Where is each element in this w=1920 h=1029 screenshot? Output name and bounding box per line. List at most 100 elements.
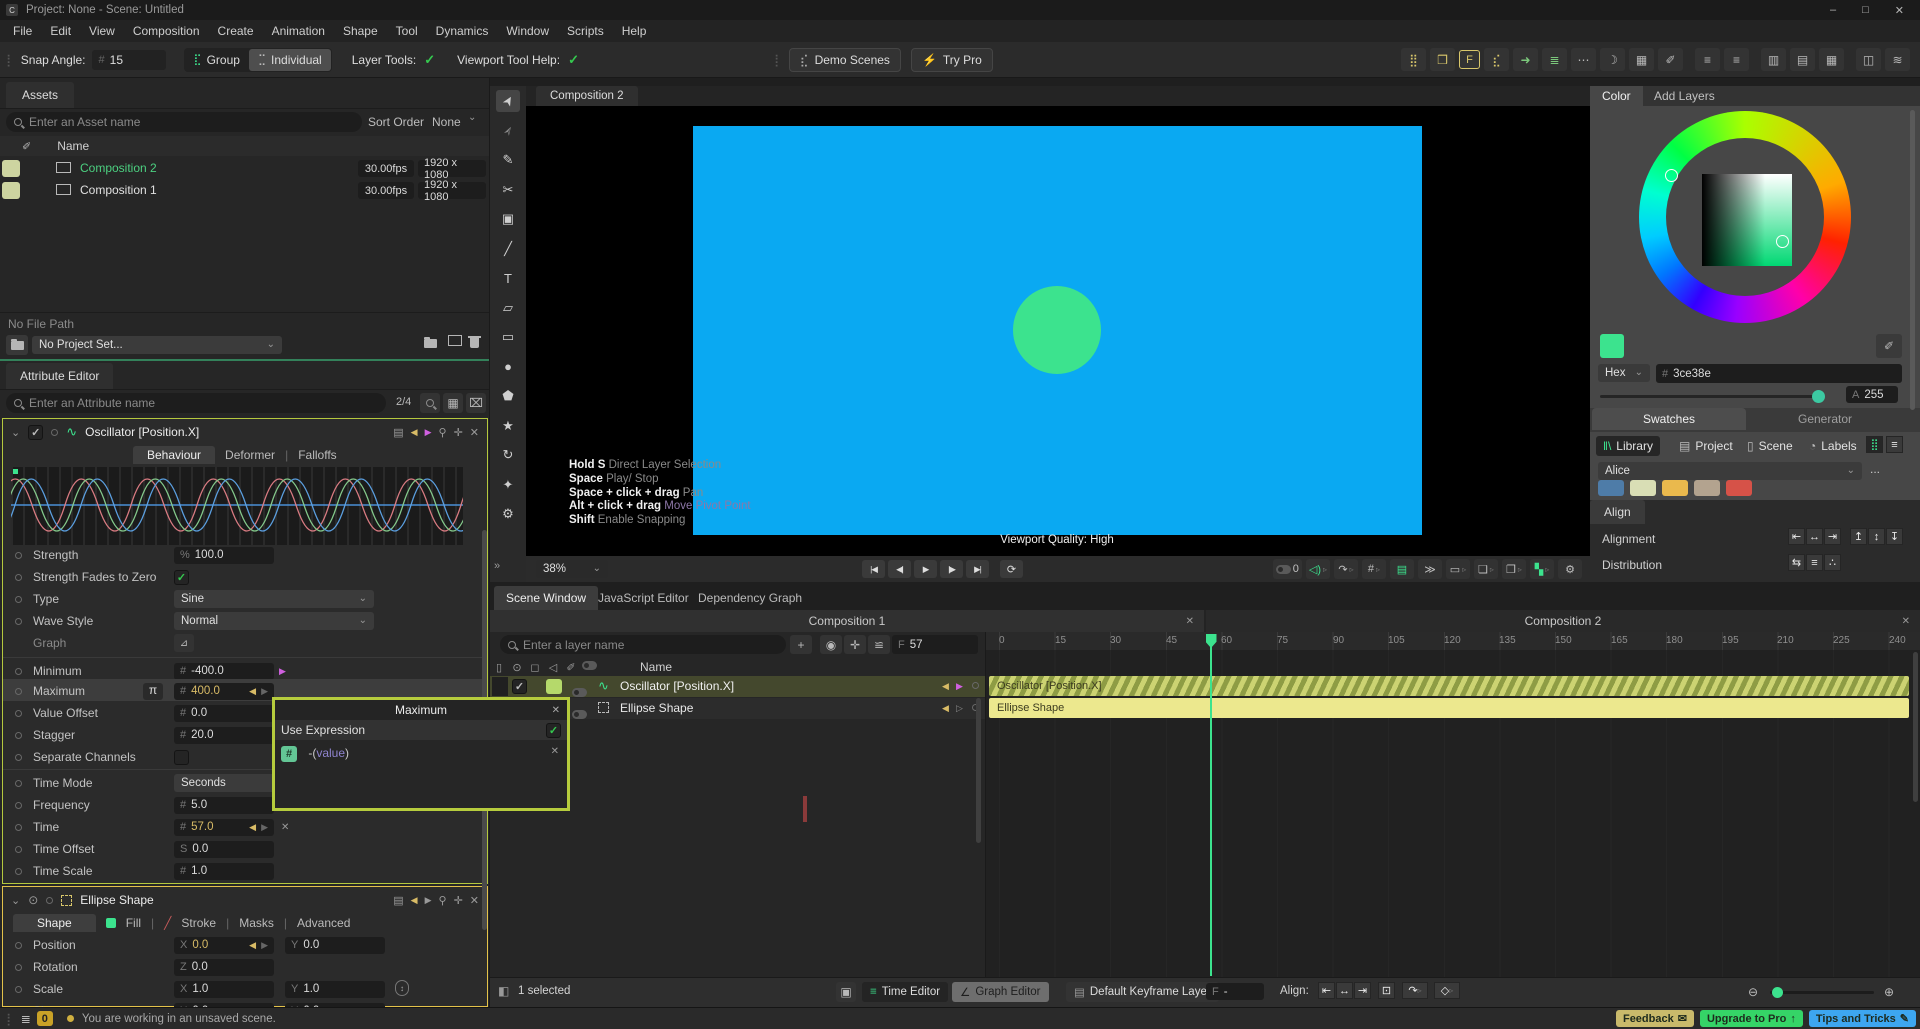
sort-order-select[interactable]: None <box>432 115 461 129</box>
tab-attribute-editor[interactable]: Attribute Editor <box>6 363 113 389</box>
prev-keyframe-icon[interactable]: ◀ <box>942 704 949 713</box>
menu-composition[interactable]: Composition <box>124 24 209 38</box>
ellipse-tool-icon[interactable]: ● <box>496 356 520 378</box>
tab-masks[interactable]: Masks <box>239 916 274 930</box>
pi-expression-badge[interactable]: π <box>143 683 163 700</box>
strength-fades-checkbox[interactable]: ✓ <box>174 570 189 585</box>
guides-button[interactable]: ▤ <box>1390 559 1414 579</box>
keyframe-type-button[interactable]: ◇▹ <box>1434 982 1460 999</box>
demo-scenes-button[interactable]: ⣎Demo Scenes <box>789 48 901 72</box>
isolate-icon[interactable]: ◉ <box>820 635 842 654</box>
separate-channels-checkbox[interactable] <box>174 750 189 765</box>
close-button[interactable]: ✕ <box>1895 4 1904 17</box>
socket-icon[interactable] <box>15 846 22 853</box>
drag-handle-icon[interactable]: ⡇ <box>6 53 15 67</box>
select-tool-icon[interactable]: ➤ <box>496 90 520 112</box>
color-mode-dropdown[interactable]: Hex⌄ <box>1598 364 1650 382</box>
box-icon[interactable]: ❒ <box>1430 48 1455 71</box>
grid-view-icon[interactable]: ⣿ <box>1866 436 1883 453</box>
transparency-checker-button[interactable]: ▚▹ <box>1530 559 1554 579</box>
snap-angle-field[interactable]: #15 <box>92 50 166 70</box>
tab-align[interactable]: Align <box>1590 500 1645 524</box>
align-center-icon[interactable]: ↔ <box>1336 982 1353 999</box>
viewport-tab-composition-2[interactable]: Composition 2 <box>536 86 638 106</box>
socket-icon[interactable] <box>15 618 22 625</box>
palette-swatch[interactable] <box>1662 480 1688 496</box>
maximize-button[interactable]: □ <box>1862 4 1869 17</box>
menu-dynamics[interactable]: Dynamics <box>427 24 498 38</box>
menu-shape[interactable]: Shape <box>334 24 387 38</box>
viewport-settings-gear-icon[interactable]: ⚙ <box>1558 559 1582 579</box>
next-keyframe-icon[interactable]: ▷ <box>956 704 963 713</box>
viewport-zoom-dropdown[interactable]: 38%⌄ <box>536 560 608 578</box>
layer-name[interactable]: Ellipse Shape <box>620 701 693 715</box>
search-zoom-icon[interactable] <box>420 393 440 413</box>
graph-editor-button[interactable]: ∠Graph Editor <box>952 982 1049 1002</box>
solo-radio[interactable] <box>51 429 58 436</box>
tab-falloffs[interactable]: Falloffs <box>298 448 336 462</box>
time-editor-button[interactable]: ≡Time Editor <box>862 982 948 1002</box>
prev-keyframe-icon[interactable]: ◀ <box>942 682 949 691</box>
add-layer-button[interactable]: + <box>790 635 812 654</box>
maximum-field[interactable]: #400.0◀▶ <box>174 683 274 700</box>
solo-radio[interactable] <box>46 897 53 904</box>
palette-swatch[interactable] <box>1726 480 1752 496</box>
sv-marker[interactable] <box>1776 235 1789 248</box>
columns-icon[interactable]: ▥ <box>1761 48 1786 71</box>
menu-view[interactable]: View <box>80 24 124 38</box>
frequency-field[interactable]: #5.0 <box>174 797 274 814</box>
rotation-z-field[interactable]: Z0.0 <box>174 959 274 976</box>
color-panel-scrollbar[interactable] <box>1910 110 1915 410</box>
prev-keyframe-icon[interactable]: ◀ <box>249 823 256 832</box>
enabled-checkbox[interactable]: ✓ <box>28 425 43 440</box>
frame-f-icon[interactable]: F <box>1459 50 1480 69</box>
zoom-out-icon[interactable]: ⊖ <box>1748 985 1758 999</box>
palette-swatch[interactable] <box>1630 480 1656 496</box>
align-right-icon[interactable]: ⇥ <box>1354 982 1371 999</box>
timeline-tab-composition-2[interactable]: Composition 2 ✕ <box>1206 610 1920 632</box>
next-keyframe-icon[interactable]: ▶ <box>261 687 268 696</box>
align-middle-icon[interactable]: ↕ <box>1868 528 1885 545</box>
minimum-field[interactable]: #-400.0 <box>174 663 274 680</box>
track-bar-oscillator[interactable]: Oscillator [Position.X] <box>989 676 1909 696</box>
menu-help[interactable]: Help <box>613 24 656 38</box>
asset-color-swatch[interactable] <box>2 182 20 199</box>
menu-scripts[interactable]: Scripts <box>558 24 613 38</box>
next-keyframe-icon[interactable]: ▶ <box>425 896 432 905</box>
tips-and-tricks-button[interactable]: Tips and Tricks✎ <box>1809 1010 1916 1027</box>
move-icon[interactable]: ✛ <box>454 894 463 907</box>
duplicate-overlay-button[interactable]: ❐▹ <box>1502 559 1526 579</box>
sparkle-tool-icon[interactable]: ✦ <box>496 474 520 496</box>
prev-keyframe-icon[interactable]: ◀ <box>411 428 418 437</box>
socket-icon[interactable] <box>15 688 22 695</box>
socket-icon[interactable] <box>15 964 22 971</box>
socket-icon[interactable] <box>15 552 22 559</box>
palette-dropdown[interactable]: Alice⌄ <box>1598 462 1862 480</box>
next-keyframe-icon[interactable]: ▶ <box>261 941 268 950</box>
expand-icon[interactable]: ≫ <box>1418 559 1442 579</box>
line-tool-icon[interactable]: ╱ <box>496 238 520 260</box>
pin-icon[interactable]: ⚲ <box>439 426 447 439</box>
clear-expression-icon[interactable]: ✕ <box>551 746 559 757</box>
menu-animation[interactable]: Animation <box>263 24 334 38</box>
rectangle-tool-icon[interactable]: ▭ <box>496 326 520 348</box>
tab-dependency-graph[interactable]: Dependency Graph <box>686 586 814 610</box>
socket-icon[interactable] <box>15 710 22 717</box>
align-bars-icon[interactable]: ≣ <box>1542 48 1567 71</box>
move-icon[interactable]: ✛ <box>454 426 463 439</box>
loop-button[interactable]: ⟳ <box>1000 560 1023 578</box>
scatter-icon[interactable]: ⣎ <box>1484 48 1509 71</box>
moon-icon[interactable]: ☽ <box>1600 48 1625 71</box>
ellipse-shape-layer[interactable] <box>1013 286 1101 374</box>
value-offset-field[interactable]: #0.0 <box>174 705 274 722</box>
grid-dots-icon[interactable]: ⣿ <box>1401 48 1426 71</box>
rotate-tool-icon[interactable]: ↻ <box>496 444 520 466</box>
library-button[interactable]: ‖\Library <box>1596 436 1660 456</box>
tool-strip-overflow-icon[interactable]: » <box>494 560 500 572</box>
waves-icon[interactable]: ≋ <box>1885 48 1910 71</box>
layer-name[interactable]: Oscillator [Position.X] <box>620 679 734 693</box>
link-xy-icon[interactable]: ↕ <box>395 980 409 996</box>
close-icon[interactable]: ✕ <box>552 705 560 716</box>
keyframe-toggle-radio[interactable] <box>972 682 979 689</box>
bounds-button[interactable]: ▭▹ <box>1446 559 1470 579</box>
